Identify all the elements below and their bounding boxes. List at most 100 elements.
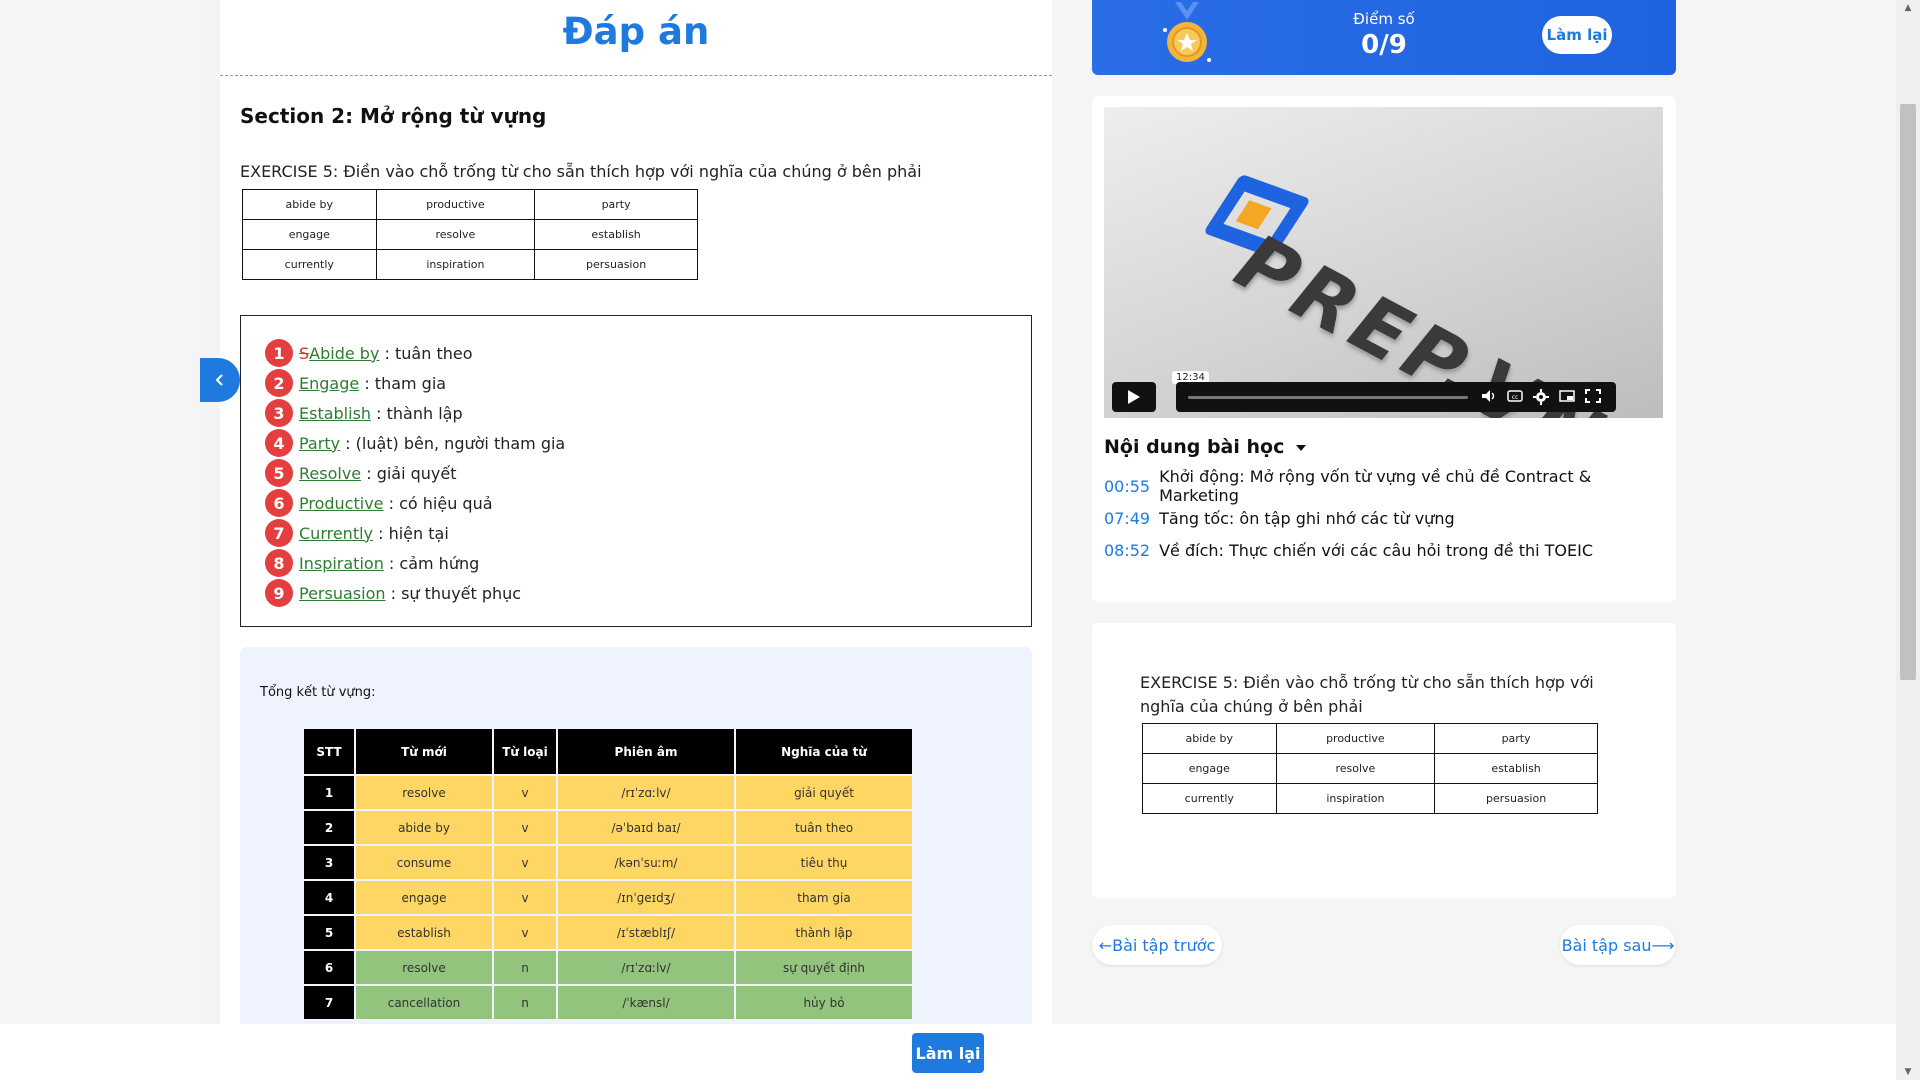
next-exercise-button[interactable]: Bài tập sau⟶ (1560, 925, 1676, 965)
answer-number-badge: 6 (265, 489, 293, 517)
miniplayer-icon[interactable] (1558, 389, 1576, 405)
lesson-item-text: Tăng tốc: ôn tập ghi nhớ các từ vựng (1159, 508, 1455, 528)
answer-meaning: : thành lập (376, 403, 463, 423)
settings-icon[interactable] (1532, 389, 1550, 405)
scroll-up-arrow-icon[interactable]: ▲ (1896, 0, 1920, 16)
table-row: 4 engage v /ɪnˈɡeɪdʒ/ tham gia (304, 881, 912, 914)
table-cell: n (494, 951, 556, 984)
answer-word: Inspiration (299, 553, 384, 573)
word-bank-cell: engage (1142, 753, 1277, 784)
lesson-content-label: Nội dung bài học (1104, 436, 1285, 458)
word-bank-cell: resolve (375, 219, 536, 250)
table-cell: abide by (356, 811, 492, 844)
table-cell: hủy bỏ (736, 986, 912, 1019)
column-header: Nghĩa của từ (736, 729, 912, 774)
lesson-item[interactable]: 07:49 Tăng tốc: ôn tập ghi nhớ các từ vự… (1104, 502, 1676, 534)
lesson-content-list: 00:55 Khởi động: Mở rộng vốn từ vựng về … (1104, 467, 1676, 566)
answer-number-badge: 7 (265, 519, 293, 547)
table-cell: 2 (304, 811, 354, 844)
lesson-timestamp[interactable]: 07:49 (1104, 509, 1150, 528)
table-cell: /ɪˈstæblɪʃ/ (558, 916, 734, 949)
table-cell: v (494, 776, 556, 809)
cc-icon[interactable]: cc (1506, 389, 1524, 405)
word-bank-row: engage resolve establish (1142, 753, 1598, 784)
table-cell: 3 (304, 846, 354, 879)
vocab-summary: Tổng kết từ vựng: STT Từ mới Từ loại Phi… (240, 647, 1032, 1024)
table-row: 7 cancellation n /ˈkænsl/ hủy bỏ (304, 986, 912, 1019)
word-bank-row: abide by productive party (1142, 723, 1598, 754)
table-cell: n (494, 986, 556, 1019)
word-bank-table: abide by productive party engage resolve… (242, 189, 698, 280)
answer-number-badge: 5 (265, 459, 293, 487)
table-cell: /ˈkænsl/ (558, 986, 734, 1019)
table-cell: thành lập (736, 916, 912, 949)
video-player[interactable]: PREP.VN 12:34 cc (1104, 107, 1663, 418)
vocab-header-row: STT Từ mới Từ loại Phiên âm Nghĩa của từ (304, 729, 912, 774)
score-bar: Điểm số 0/9 Làm lại (1092, 0, 1676, 75)
vocab-table: STT Từ mới Từ loại Phiên âm Nghĩa của từ… (302, 727, 914, 1021)
table-cell: v (494, 881, 556, 914)
volume-icon[interactable] (1480, 389, 1498, 405)
word-bank-cell: abide by (242, 189, 377, 220)
answer-item: 4 Party : (luật) bên, người tham gia (241, 428, 1031, 458)
answer-item: 7 Currently : hiện tại (241, 518, 1031, 548)
answer-item: 5 Resolve : giải quyết (241, 458, 1031, 488)
word-bank-cell: abide by (1142, 723, 1277, 754)
table-row: 5 establish v /ɪˈstæblɪʃ/ thành lập (304, 916, 912, 949)
answer-number-badge: 2 (265, 369, 293, 397)
svg-text:cc: cc (1512, 394, 1519, 401)
table-cell: /əˈbaɪd baɪ/ (558, 811, 734, 844)
table-cell: sự quyết định (736, 951, 912, 984)
table-cell: establish (356, 916, 492, 949)
chevron-left-icon (215, 374, 223, 386)
fullscreen-icon[interactable] (1584, 389, 1602, 405)
answer-panel: Đáp án Section 2: Mở rộng từ vựng EXERCI… (200, 0, 1052, 1024)
lesson-item[interactable]: 00:55 Khởi động: Mở rộng vốn từ vựng về … (1104, 467, 1676, 505)
table-cell: /rɪˈzɑːlv/ (558, 776, 734, 809)
retry-bottom-button[interactable]: Làm lại (912, 1033, 984, 1073)
table-cell: resolve (356, 776, 492, 809)
table-cell: v (494, 916, 556, 949)
word-bank-row: currently inspiration persuasion (1142, 783, 1598, 814)
section-title: Section 2: Mở rộng từ vựng (240, 104, 547, 128)
answer-word: Persuasion (299, 583, 386, 603)
word-bank-cell: currently (1142, 783, 1277, 814)
lesson-timestamp[interactable]: 08:52 (1104, 541, 1150, 560)
word-bank-cell: persuasion (534, 249, 698, 280)
previous-exercise-button[interactable]: ←Bài tập trước (1092, 925, 1222, 965)
lesson-timestamp[interactable]: 00:55 (1104, 477, 1150, 496)
table-row: 1 resolve v /rɪˈzɑːlv/ giải quyết (304, 776, 912, 809)
answer-word: Productive (299, 493, 384, 513)
column-header: Phiên âm (558, 729, 734, 774)
table-cell: /kənˈsuːm/ (558, 846, 734, 879)
lesson-item[interactable]: 08:52 Về đích: Thực chiến với các câu hỏ… (1104, 534, 1676, 566)
table-cell: /ɪnˈɡeɪdʒ/ (558, 881, 734, 914)
page-scrollbar[interactable]: ▲ ▼ (1896, 0, 1920, 1080)
table-cell: tiêu thụ (736, 846, 912, 879)
table-cell: 1 (304, 776, 354, 809)
answer-word: Establish (299, 403, 372, 423)
answer-item: 3 Establish : thành lập (241, 398, 1031, 428)
progress-bar[interactable] (1188, 396, 1468, 399)
word-bank-cell: inspiration (1275, 783, 1436, 814)
scroll-down-arrow-icon[interactable]: ▼ (1896, 1064, 1920, 1080)
word-bank-cell: inspiration (375, 249, 536, 280)
answer-word: Resolve (299, 463, 362, 483)
answer-item: 1 S Abide by : tuân theo (241, 338, 1031, 368)
answer-word: Currently (299, 523, 374, 543)
word-bank-cell: productive (375, 189, 536, 220)
table-cell: tuân theo (736, 811, 912, 844)
answer-number-badge: 3 (265, 399, 293, 427)
play-button[interactable] (1112, 382, 1156, 412)
table-cell: v (494, 846, 556, 879)
answer-word: Engage (299, 373, 360, 393)
lesson-content-title[interactable]: Nội dung bài học (1104, 436, 1307, 458)
answer-number-badge: 4 (265, 429, 293, 457)
table-cell: v (494, 811, 556, 844)
answer-item: 9 Persuasion : sự thuyết phục (241, 578, 1031, 608)
answer-meaning: : tham gia (364, 373, 447, 393)
summary-label: Tổng kết từ vựng: (260, 685, 376, 700)
retry-button[interactable]: Làm lại (1542, 16, 1612, 54)
scroll-thumb[interactable] (1900, 104, 1916, 680)
bottom-action-bar: Làm lại (0, 1024, 1896, 1080)
